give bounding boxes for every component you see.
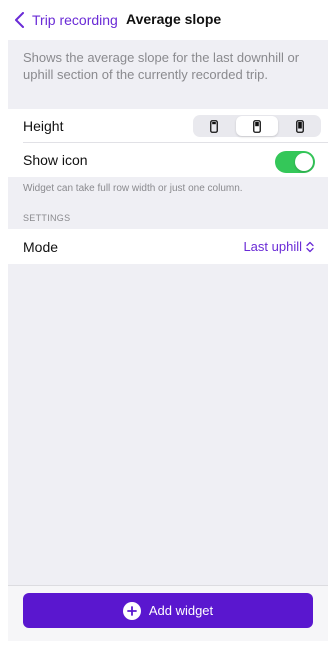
mode-select[interactable]: Last uphill	[243, 239, 314, 254]
chevron-up-down-icon	[306, 241, 314, 252]
settings-section-title: SETTINGS	[23, 213, 71, 223]
small-phone-icon	[209, 119, 218, 133]
mode-label: Mode	[23, 238, 59, 255]
add-widget-label: Add widget	[148, 603, 214, 618]
width-note: Widget can take full row width or just o…	[23, 183, 243, 194]
page-title: Average slope	[126, 11, 222, 27]
mode-value: Last uphill	[243, 239, 302, 254]
height-option-medium[interactable]	[236, 116, 278, 136]
show-icon-label: Show icon	[23, 152, 88, 168]
toggle-knob	[295, 153, 313, 171]
height-segmented-control	[193, 115, 321, 137]
add-widget-button[interactable]: Add widget	[23, 593, 313, 628]
back-label: Trip recording	[32, 12, 118, 28]
show-icon-row: Show icon	[8, 143, 328, 177]
large-phone-icon	[296, 119, 305, 133]
plus-circle-icon	[122, 601, 141, 620]
nav-bar: Trip recording Average slope	[8, 0, 328, 40]
footer-bar: Add widget	[8, 585, 328, 641]
chevron-left-icon	[15, 12, 24, 28]
widget-settings-screen: Trip recording Average slope Shows the a…	[8, 0, 328, 641]
height-option-small[interactable]	[193, 116, 234, 136]
height-label: Height	[23, 118, 64, 134]
medium-phone-icon	[253, 119, 261, 133]
show-icon-toggle[interactable]	[275, 151, 315, 173]
back-button[interactable]: Trip recording	[14, 9, 118, 31]
widget-description: Shows the average slope for the last dow…	[23, 50, 300, 82]
mode-row[interactable]: Mode Last uphill	[8, 229, 328, 264]
height-row: Height	[8, 109, 328, 143]
height-option-large[interactable]	[280, 116, 321, 136]
